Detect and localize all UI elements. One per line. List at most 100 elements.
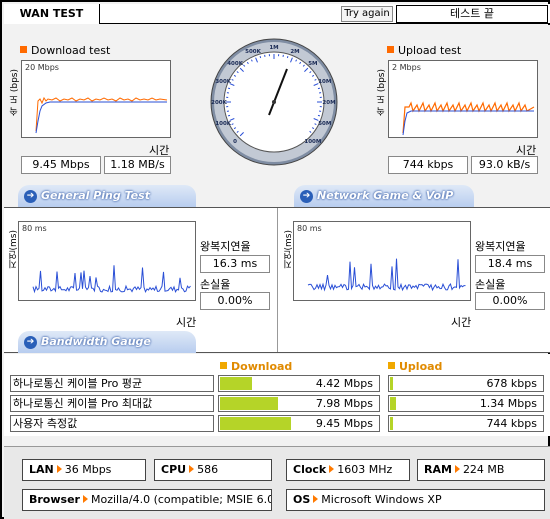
gauge-tick-label: 300K bbox=[215, 79, 231, 85]
ping-game-loss-value: 0.00% bbox=[475, 292, 545, 310]
ping-general-latency-label: 왕복지연율 bbox=[200, 240, 251, 253]
download-line-blue bbox=[35, 101, 167, 134]
cpu-info: CPU 586 bbox=[154, 459, 272, 481]
clock-info: Clock 1603 MHz bbox=[286, 459, 410, 481]
ping-general-plot: 80 ms bbox=[18, 221, 196, 301]
gauge-upload-value: 1.34 Mbps bbox=[479, 397, 537, 410]
gauge-tick-label: 50M bbox=[318, 121, 331, 127]
gauge-tick-label: 100M bbox=[304, 139, 321, 145]
top-bar: WAN TEST Try again 테스트 끝 bbox=[4, 4, 550, 24]
gauge-upload-value: 678 kbps bbox=[486, 377, 537, 390]
gauge-download-bar bbox=[220, 377, 252, 390]
upload-header-text: Upload bbox=[399, 360, 443, 373]
browser-value: Mozilla/4.0 (compatible; MSIE 6.0 bbox=[90, 493, 272, 506]
ping-general-line bbox=[32, 265, 191, 294]
download-line-orange bbox=[35, 96, 168, 132]
ping-general-loss-value: 0.00% bbox=[200, 292, 270, 310]
test-status-field: 테스트 끝 bbox=[396, 5, 548, 23]
gauge-row-upload: 1.34 Mbps bbox=[388, 395, 544, 412]
tab-bandwidth-gauge-label: Bandwidth Gauge bbox=[41, 335, 151, 348]
upload-speed-bps: 744 kbps bbox=[388, 156, 468, 174]
upload-line-orange bbox=[402, 101, 535, 134]
gauge-tick-mark bbox=[317, 87, 321, 90]
browser-info: Browser Mozilla/4.0 (compatible; MSIE 6.0 bbox=[22, 489, 272, 511]
download-header: Download bbox=[220, 360, 292, 373]
gauge-upload-bar bbox=[390, 417, 393, 430]
gauge-tick-label: 0 bbox=[233, 139, 237, 145]
gauge-row-upload: 678 kbps bbox=[388, 375, 544, 392]
upload-header-square-icon bbox=[388, 362, 395, 369]
ping-game-line bbox=[307, 258, 466, 292]
upload-line-blue bbox=[402, 110, 534, 136]
ping-game-latency-value: 18.4 ms bbox=[475, 255, 545, 273]
page-title: WAN TEST bbox=[4, 4, 100, 24]
arrow-right-icon bbox=[313, 495, 319, 503]
lan-value: 36 Mbps bbox=[64, 463, 112, 476]
gauge-row-download: 7.98 Mbps bbox=[218, 395, 380, 412]
gauge-tick-label: 5M bbox=[308, 61, 317, 67]
ping-game-plot: 80 ms bbox=[293, 221, 471, 301]
tab-network-game[interactable]: ➔Network Game & VoIP Test bbox=[294, 185, 474, 224]
download-ylabel: 속 도 (bps) bbox=[10, 69, 20, 116]
gauge-upload-bar bbox=[390, 397, 396, 410]
gauge-row-label: 하나로통신 케이블 Pro 평균 bbox=[10, 375, 214, 392]
speed-test-section: Download test 속 도 (bps) 20 Mbps 시간 9.45 … bbox=[4, 25, 550, 224]
download-speed-bytes: 1.18 MB/s bbox=[104, 156, 171, 174]
arrow-right-icon bbox=[454, 465, 460, 473]
gauge-tick-label: 400K bbox=[227, 61, 243, 67]
download-speed-bps: 9.45 Mbps bbox=[21, 156, 101, 174]
upload-graph bbox=[402, 101, 535, 136]
gauge-download-value: 9.45 Mbps bbox=[315, 417, 373, 430]
clock-label: Clock bbox=[293, 463, 327, 476]
gauge-tick-mark bbox=[227, 114, 231, 117]
arrow-right-icon bbox=[82, 495, 88, 503]
gauge-tick-label: 500K bbox=[245, 49, 261, 55]
gauge-download-value: 7.98 Mbps bbox=[315, 397, 373, 410]
ping-section: 지연(ms) 80 ms 시간 왕복지연율 16.3 ms 손실율 0.00% … bbox=[4, 207, 550, 353]
os-info: OS Microsoft Windows XP bbox=[286, 489, 545, 511]
ping-game-xlabel: 시간 bbox=[451, 316, 472, 329]
system-info-section: LAN 36 Mbps CPU 586 Clock 1603 MHz RAM 224 M… bbox=[4, 446, 550, 519]
tab-bandwidth-gauge[interactable]: ➔ Bandwidth Gauge bbox=[18, 331, 196, 353]
gauge-tick-mark bbox=[259, 55, 262, 59]
gauge-upload-value: 744 kbps bbox=[486, 417, 537, 430]
ping-general-graph bbox=[32, 265, 191, 294]
gauge-tick-label: 20M bbox=[322, 100, 335, 106]
lan-info: LAN 36 Mbps bbox=[22, 459, 146, 481]
tab-general-ping-label: General Ping Test bbox=[41, 189, 150, 202]
os-label: OS bbox=[293, 493, 311, 506]
arrow-right-icon: ➔ bbox=[24, 190, 37, 203]
lan-label: LAN bbox=[29, 463, 54, 476]
bandwidth-gauge-section: Download Upload 하나로통신 케이블 Pro 평균 4.42 Mb… bbox=[4, 354, 550, 436]
upload-header: Upload bbox=[388, 360, 442, 373]
wan-test-window: WAN TEST Try again 테스트 끝 Download test 속… bbox=[0, 0, 550, 519]
gauge-row-upload: 744 kbps bbox=[388, 415, 544, 432]
browser-label: Browser bbox=[29, 493, 80, 506]
arrow-right-icon bbox=[329, 465, 335, 473]
upload-title: Upload test bbox=[387, 44, 461, 57]
arrow-right-icon: ➔ bbox=[24, 336, 37, 349]
gauge-tick-label: 10M bbox=[318, 79, 331, 85]
divider bbox=[277, 208, 278, 352]
download-square-icon bbox=[20, 46, 27, 53]
ping-general-xlabel: 시간 bbox=[176, 316, 197, 329]
ping-general-loss-label: 손실율 bbox=[200, 278, 231, 291]
ping-general-latency-value: 16.3 ms bbox=[200, 255, 270, 273]
gauge-download-bar bbox=[220, 417, 291, 430]
gauge-tick-label: 100K bbox=[215, 121, 231, 127]
ram-value: 224 MB bbox=[462, 463, 505, 476]
gauge-row-download: 9.45 Mbps bbox=[218, 415, 380, 432]
tab-general-ping[interactable]: ➔ General Ping Test bbox=[18, 185, 196, 207]
upload-square-icon bbox=[387, 46, 394, 53]
upload-plot: 2 Mbps bbox=[388, 60, 538, 138]
upload-speed-bytes: 93.0 kB/s bbox=[471, 156, 538, 174]
gauge-upload-bar bbox=[390, 377, 393, 390]
download-title-text: Download test bbox=[31, 44, 111, 57]
download-title: Download test bbox=[20, 44, 110, 57]
arrow-right-icon: ➔ bbox=[300, 190, 313, 203]
ping-game-graph bbox=[307, 258, 466, 292]
try-again-button[interactable]: Try again bbox=[341, 6, 393, 22]
gauge-download-bar bbox=[220, 397, 278, 410]
download-header-square-icon bbox=[220, 362, 227, 369]
gauge-tick-label: 1M bbox=[269, 45, 278, 51]
